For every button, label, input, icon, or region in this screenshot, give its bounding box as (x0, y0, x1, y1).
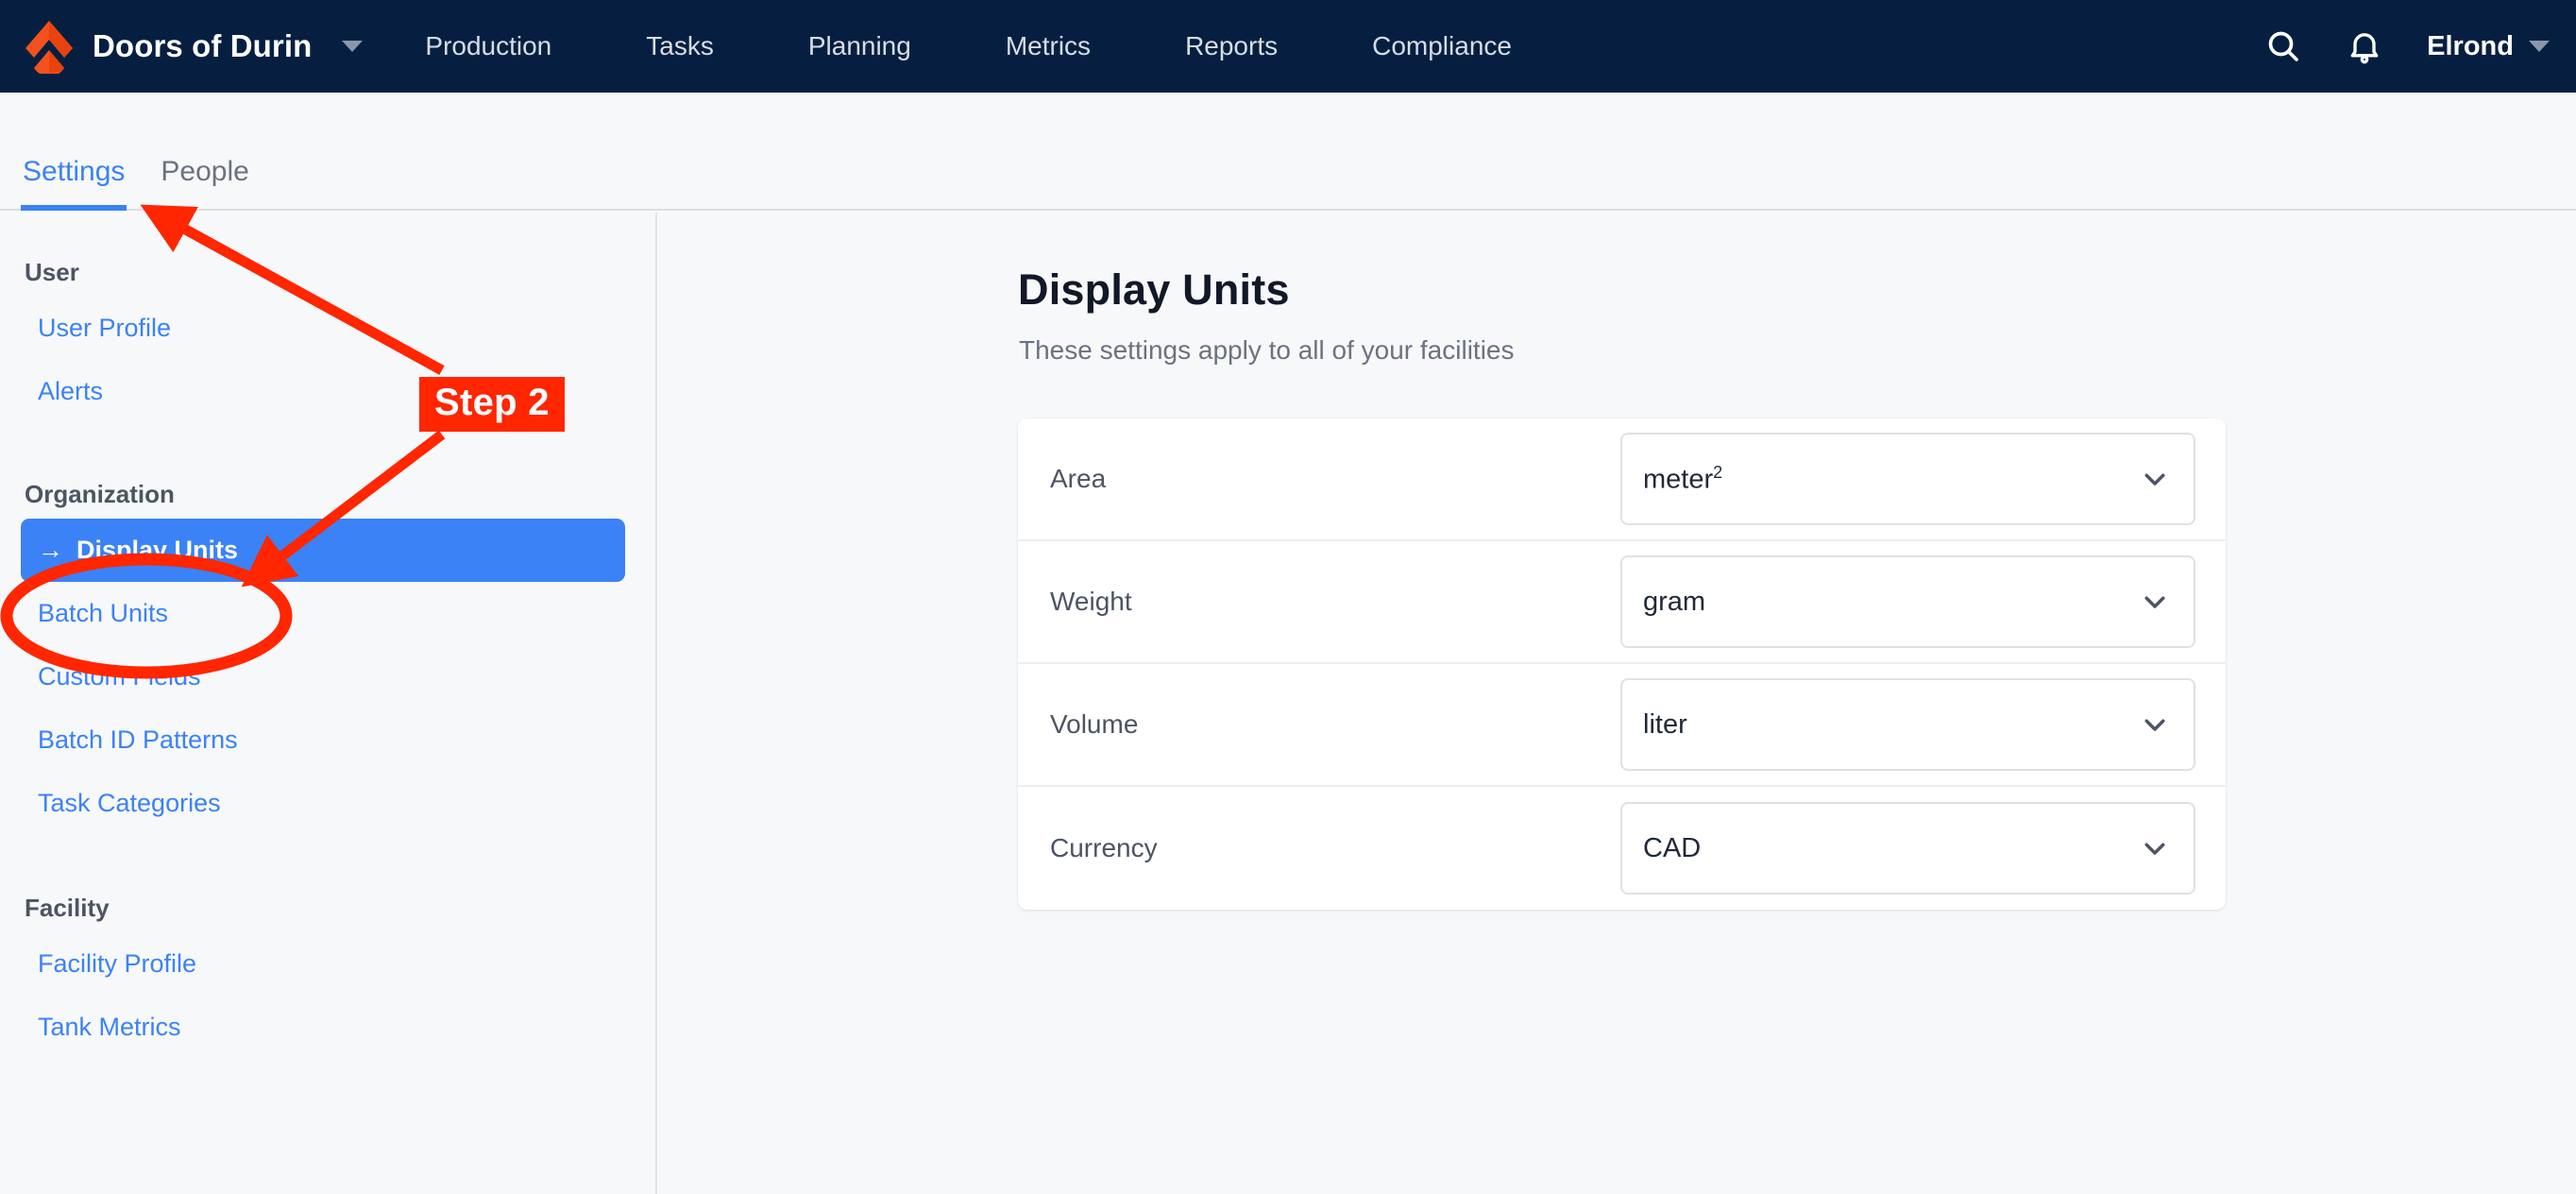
tab-list: Settings People (21, 156, 251, 211)
tab-settings[interactable]: Settings (21, 156, 127, 211)
sidebar-group-label-facility: Facility (25, 894, 110, 922)
currency-select[interactable]: CAD (1620, 802, 2195, 895)
nav-link-reports[interactable]: Reports (1138, 31, 1325, 61)
user-name-label: Elrond (2427, 30, 2514, 61)
area-unit-value: meter2 (1643, 462, 1723, 495)
setting-label-volume: Volume (1050, 709, 1139, 739)
annotation-step-badge: Step 2 (419, 377, 565, 432)
app-root: Doors of Durin Production Tasks Planning… (0, 0, 2576, 1194)
volume-unit-value: liter (1643, 708, 1687, 740)
sidebar-item-custom-fields[interactable]: Custom Fields (0, 645, 655, 708)
top-nav-right-cluster: Elrond (2264, 0, 2550, 93)
top-nav-links: Production Tasks Planning Metrics Report… (378, 31, 1559, 61)
bell-icon[interactable] (2346, 27, 2383, 65)
nav-link-production[interactable]: Production (378, 31, 599, 61)
setting-label-currency: Currency (1050, 833, 1158, 862)
chevron-down-icon[interactable] (2141, 710, 2169, 739)
setting-row-volume: Volume liter (1018, 664, 2226, 787)
sidebar-group-label-user: User (25, 258, 79, 286)
user-caret-down-icon[interactable] (2529, 41, 2550, 52)
volume-unit-select[interactable]: liter (1620, 678, 2195, 771)
weight-unit-value: gram (1643, 586, 1706, 617)
sidebar-item-batch-id-patterns[interactable]: Batch ID Patterns (0, 708, 655, 772)
display-units-card: Area meter2 Weight gram Volume liter Cur… (1018, 418, 2226, 910)
brand-caret-down-icon[interactable] (342, 41, 364, 52)
settings-sidebar: User User Profile Alerts Organization → D… (0, 213, 657, 1194)
top-navigation-bar: Doors of Durin Production Tasks Planning… (0, 0, 2576, 93)
nav-link-planning[interactable]: Planning (761, 31, 958, 61)
tab-strip: Settings People (0, 93, 2576, 211)
setting-label-area: Area (1050, 464, 1107, 493)
user-menu[interactable]: Elrond (2427, 31, 2550, 62)
sidebar-item-display-units[interactable]: → Display Units (21, 519, 625, 582)
search-icon[interactable] (2264, 27, 2302, 65)
page-title: Display Units (1018, 265, 1290, 314)
setting-label-weight: Weight (1050, 587, 1132, 616)
nav-link-metrics[interactable]: Metrics (958, 31, 1138, 61)
tab-people[interactable]: People (159, 156, 250, 209)
weight-unit-select[interactable]: gram (1620, 555, 2195, 648)
currency-value: CAD (1643, 832, 1702, 863)
chevron-down-icon[interactable] (2141, 588, 2169, 616)
nav-link-compliance[interactable]: Compliance (1325, 31, 1559, 61)
nav-link-tasks[interactable]: Tasks (599, 31, 761, 61)
sidebar-item-user-profile[interactable]: User Profile (0, 297, 655, 360)
area-unit-superscript: 2 (1713, 462, 1723, 482)
chevron-flame-logo-icon (25, 21, 73, 74)
sidebar-group-label-organization: Organization (25, 480, 175, 508)
area-unit-select[interactable]: meter2 (1620, 433, 2195, 525)
sidebar-item-label: Display Units (76, 536, 239, 564)
chevron-down-icon[interactable] (2141, 465, 2169, 493)
main-content: Display Units These settings apply to al… (659, 213, 2576, 1194)
brand-area[interactable]: Doors of Durin (0, 19, 364, 74)
chevron-down-icon[interactable] (2141, 834, 2169, 862)
arrow-right-icon: → (38, 536, 63, 564)
page-subtitle: These settings apply to all of your faci… (1019, 335, 1515, 365)
sidebar-item-batch-units[interactable]: Batch Units (0, 582, 655, 645)
brand-name: Doors of Durin (93, 28, 313, 63)
sidebar-item-facility-profile[interactable]: Facility Profile (0, 932, 655, 996)
setting-row-weight: Weight gram (1018, 541, 2226, 664)
sidebar-item-task-categories[interactable]: Task Categories (0, 772, 655, 835)
setting-row-area: Area meter2 (1018, 418, 2226, 541)
sidebar-item-tank-metrics[interactable]: Tank Metrics (0, 996, 655, 1059)
setting-row-currency: Currency CAD (1018, 787, 2226, 910)
